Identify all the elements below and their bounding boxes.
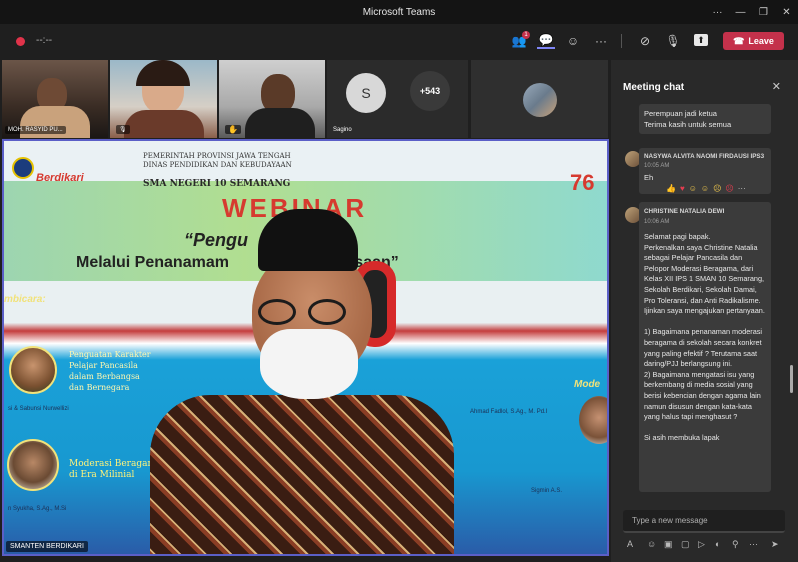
poster-moderator-name2: Sigmin A.S. bbox=[531, 488, 563, 494]
poster-pembicara: mbicara: bbox=[4, 294, 46, 305]
participant-tile[interactable]: 🎙 bbox=[110, 60, 217, 138]
speaker-photo bbox=[9, 346, 57, 394]
message-time: 10:05 AM bbox=[644, 163, 670, 169]
meeting-toolbar: --:-- 👥 1 💬 ☺ ··· ⊘ 🎙 ⬆ ☎ Leave bbox=[0, 24, 798, 58]
sad-icon[interactable]: ☹ bbox=[713, 184, 721, 193]
anniversary-logo: 76 bbox=[570, 170, 595, 195]
participant-tile[interactable]: ✋ bbox=[219, 60, 325, 138]
minimize-icon[interactable]: — bbox=[729, 0, 752, 24]
message-author: NASYWA ALVITA NAOMI FIRDAUSI IPS3 bbox=[644, 153, 765, 160]
chat-panel: Meeting chat ✕ Perempuan jadi ketua Teri… bbox=[611, 60, 798, 562]
poster-topic1: Penguatan Karakter Pelajar Pancasila dal… bbox=[69, 350, 151, 392]
title-bar: Microsoft Teams ··· — ❐ ✕ bbox=[0, 0, 798, 24]
laugh-icon[interactable]: ☺ bbox=[689, 184, 697, 193]
presenter-glasses bbox=[258, 299, 352, 325]
participant-tile[interactable]: MOH. RASYID PU... bbox=[2, 60, 108, 138]
gif-icon[interactable]: ▣ bbox=[664, 539, 673, 550]
compose-box[interactable] bbox=[623, 510, 785, 533]
mic-off-icon: 🎙 bbox=[116, 125, 130, 134]
sticker-icon[interactable]: ▢ bbox=[681, 539, 690, 550]
chat-message: Perempuan jadi ketua Terima kasih untuk … bbox=[639, 104, 771, 134]
angry-icon[interactable]: ☹ bbox=[725, 184, 733, 193]
format-icon[interactable]: A bbox=[627, 539, 633, 549]
presenter-peci bbox=[258, 209, 358, 271]
poster-moderator-name: Ahmad Fadlol, S.Ag., M. Pd.I bbox=[470, 409, 548, 415]
mic-off-icon[interactable]: 🎙 bbox=[664, 33, 682, 49]
avatar bbox=[523, 83, 557, 117]
reactions-icon[interactable]: ☺ bbox=[564, 33, 582, 49]
phone-hangup-icon: ☎ bbox=[733, 35, 745, 46]
emoji-icon[interactable]: ☺ bbox=[647, 539, 656, 549]
presenter-batik-shirt bbox=[150, 395, 454, 554]
poster-header: PEMERINTAH PROVINSI JAWA TENGAH DINAS PE… bbox=[143, 152, 292, 169]
more-options-icon[interactable]: ··· bbox=[706, 0, 729, 24]
message-text: Eh bbox=[644, 173, 654, 182]
chat-icon[interactable]: 💬 bbox=[537, 33, 555, 49]
more-reactions-icon[interactable]: ··· bbox=[738, 184, 746, 193]
heart-icon[interactable]: ♥ bbox=[680, 184, 685, 193]
close-window-icon[interactable]: ✕ bbox=[775, 0, 798, 24]
participant-tile[interactable]: S Sagino +543 bbox=[327, 60, 468, 138]
meet-icon[interactable]: ▷ bbox=[698, 539, 705, 550]
poster-topic2: Moderasi Beragam di Era Milinial bbox=[69, 459, 157, 480]
raised-hand-icon: ✋ bbox=[225, 125, 241, 134]
participant-name: Sagino bbox=[333, 127, 352, 133]
message-text: Selamat pagi bapak. Perkenalkan saya Chr… bbox=[644, 232, 765, 443]
moderator-photo bbox=[579, 396, 607, 444]
participant-strip: MOH. RASYID PU... 🎙 ✋ S Sagino +543 bbox=[2, 60, 608, 138]
leave-label: Leave bbox=[748, 36, 774, 46]
reaction-bar[interactable]: 👍 ♥ ☺ ☺ ☹ ☹ ··· bbox=[666, 184, 746, 193]
surprised-icon[interactable]: ☺ bbox=[701, 184, 709, 193]
window-title: Microsoft Teams bbox=[362, 6, 436, 18]
participant-tile[interactable] bbox=[471, 60, 608, 138]
participants-badge: 1 bbox=[522, 31, 530, 39]
berdikari-logo: Berdikari bbox=[36, 172, 84, 184]
poster-moderator: Mode bbox=[574, 379, 601, 390]
chat-title: Meeting chat bbox=[623, 82, 685, 93]
presenter-video bbox=[150, 209, 454, 554]
chat-message: CHRISTINE NATALIA DEWI 10:06 AM Selamat … bbox=[639, 202, 771, 492]
message-time: 10:06 AM bbox=[644, 219, 670, 225]
speaker-photo bbox=[7, 439, 59, 491]
message-input[interactable] bbox=[623, 510, 785, 531]
poster-speaker2: n Syukha, S.Ag., M.Si bbox=[8, 506, 67, 512]
more-actions-icon[interactable]: ··· bbox=[592, 33, 610, 49]
praise-icon[interactable]: ◐ bbox=[715, 539, 720, 549]
poster-speaker1: si & Sabunsi Nurwellizi bbox=[8, 406, 69, 412]
attach-icon[interactable]: ⚲ bbox=[732, 539, 739, 550]
poster-school: SMA NEGERI 10 SEMARANG bbox=[143, 179, 291, 189]
more-options-icon[interactable]: ··· bbox=[749, 539, 758, 549]
close-icon[interactable]: ✕ bbox=[772, 80, 781, 93]
avatar: S bbox=[346, 73, 386, 113]
more-participants-button[interactable]: +543 bbox=[410, 71, 450, 111]
main-video-stage: Berdikari PEMERINTAH PROVINSI JAWA TENGA… bbox=[2, 139, 609, 556]
message-author: CHRISTINE NATALIA DEWI bbox=[644, 208, 725, 215]
school-logo-icon bbox=[12, 157, 34, 179]
maximize-icon[interactable]: ❐ bbox=[752, 0, 775, 24]
camera-off-icon[interactable]: ⊘ bbox=[636, 33, 654, 49]
stage-participant-name: SMANTEN BERDIKARI bbox=[6, 541, 88, 552]
send-icon[interactable]: ➤ bbox=[771, 539, 779, 550]
like-icon[interactable]: 👍 bbox=[666, 184, 676, 193]
share-screen-button[interactable]: ⬆ bbox=[694, 34, 708, 46]
meeting-timer: --:-- bbox=[36, 35, 53, 46]
chat-scrollbar[interactable] bbox=[790, 365, 793, 393]
recording-icon bbox=[16, 37, 25, 46]
presenter-mask bbox=[260, 329, 358, 399]
participant-name: MOH. RASYID PU... bbox=[5, 126, 66, 134]
leave-button[interactable]: ☎ Leave bbox=[723, 32, 784, 50]
toolbar-divider bbox=[621, 34, 622, 48]
window-controls: ··· — ❐ ✕ bbox=[706, 0, 798, 24]
